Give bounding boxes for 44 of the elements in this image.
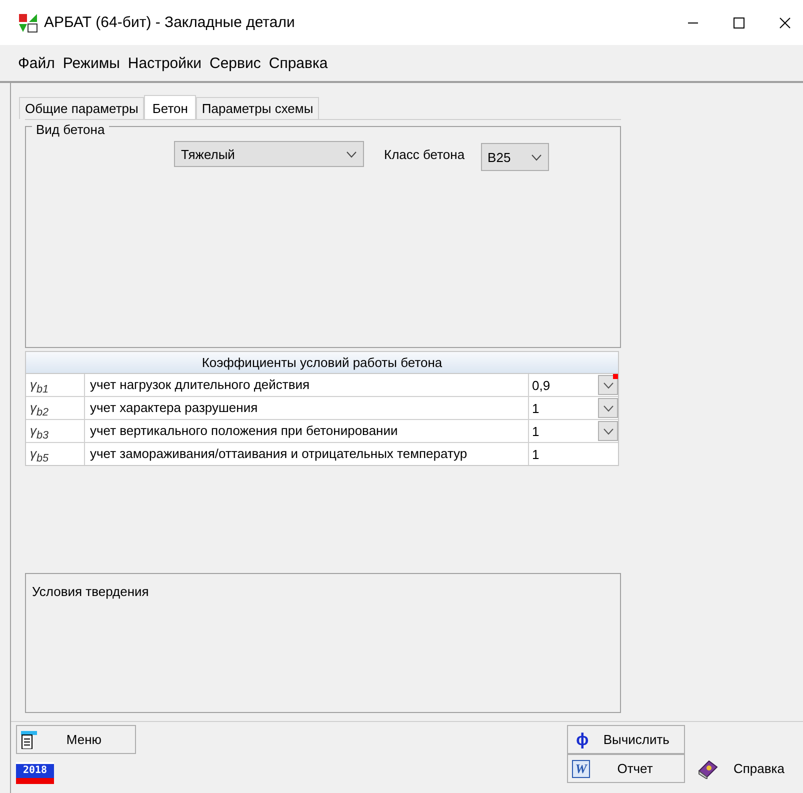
concrete-class-dropdown[interactable]: B25 (480, 143, 549, 171)
table-header: Коэффициенты условий работы бетона (26, 352, 618, 374)
dropdown-button[interactable] (598, 375, 618, 395)
menu-button[interactable]: Меню (16, 725, 136, 754)
dropdown-button[interactable] (598, 398, 618, 418)
symbol-cell: γ$_{b2}$ (26, 397, 85, 419)
menu-item[interactable]: Режимы (62, 54, 120, 72)
tab[interactable]: Параметры схемы (196, 97, 320, 119)
app-icon (18, 12, 38, 32)
menu-item[interactable]: Сервис (209, 54, 261, 72)
maximize-icon[interactable] (733, 16, 745, 28)
document-icon (21, 730, 37, 748)
value-field[interactable]: 1 (529, 443, 618, 465)
chevron-icon (346, 150, 357, 158)
table-cell: учет нагрузок длительного действия (85, 374, 529, 396)
menu-item[interactable]: Настройки (128, 54, 202, 72)
table-cell: учет замораживания/оттаивания и отрицательных температур (85, 443, 529, 465)
symbol-cell: γ$_{b1}$ (26, 374, 85, 396)
field-label: Класс бетона (384, 146, 465, 162)
book-icon (697, 758, 719, 778)
chevron-icon (530, 154, 542, 160)
version-badge: 2018 (16, 762, 54, 784)
tab[interactable]: Общие параметры (19, 97, 144, 119)
group-title: Вид бетона (32, 122, 109, 137)
chevron-icon (602, 404, 614, 412)
calculate-button[interactable]: ϕ Вычислить (567, 725, 685, 754)
chevron-icon (602, 382, 614, 388)
close-icon[interactable] (779, 16, 791, 28)
tab[interactable]: Бетон (144, 95, 196, 120)
table-cell: учет характера разрушения (85, 397, 529, 419)
concrete-type-dropdown[interactable]: Тяжелый (174, 141, 364, 167)
value-dropdown[interactable]: 1 (529, 397, 618, 419)
menu-item[interactable]: Файл (18, 54, 55, 72)
menu-item[interactable]: Справка (268, 54, 328, 72)
table-cell: учет вертикального положения при бетонировании (85, 420, 529, 442)
window-title: АРБАТ (64-бит) - Закладные детали (44, 14, 295, 31)
value-dropdown[interactable]: 0,9 (529, 374, 618, 396)
symbol-cell: γ$_{b5}$ (26, 443, 85, 465)
report-button[interactable]: W Отчет (567, 754, 685, 783)
value-dropdown[interactable]: 1 (529, 420, 618, 442)
dropdown-button[interactable] (598, 421, 618, 441)
panel-title: Условия твердения (32, 584, 149, 599)
symbol-cell: γ$_{b3}$ (26, 420, 85, 442)
chevron-icon (602, 428, 614, 434)
